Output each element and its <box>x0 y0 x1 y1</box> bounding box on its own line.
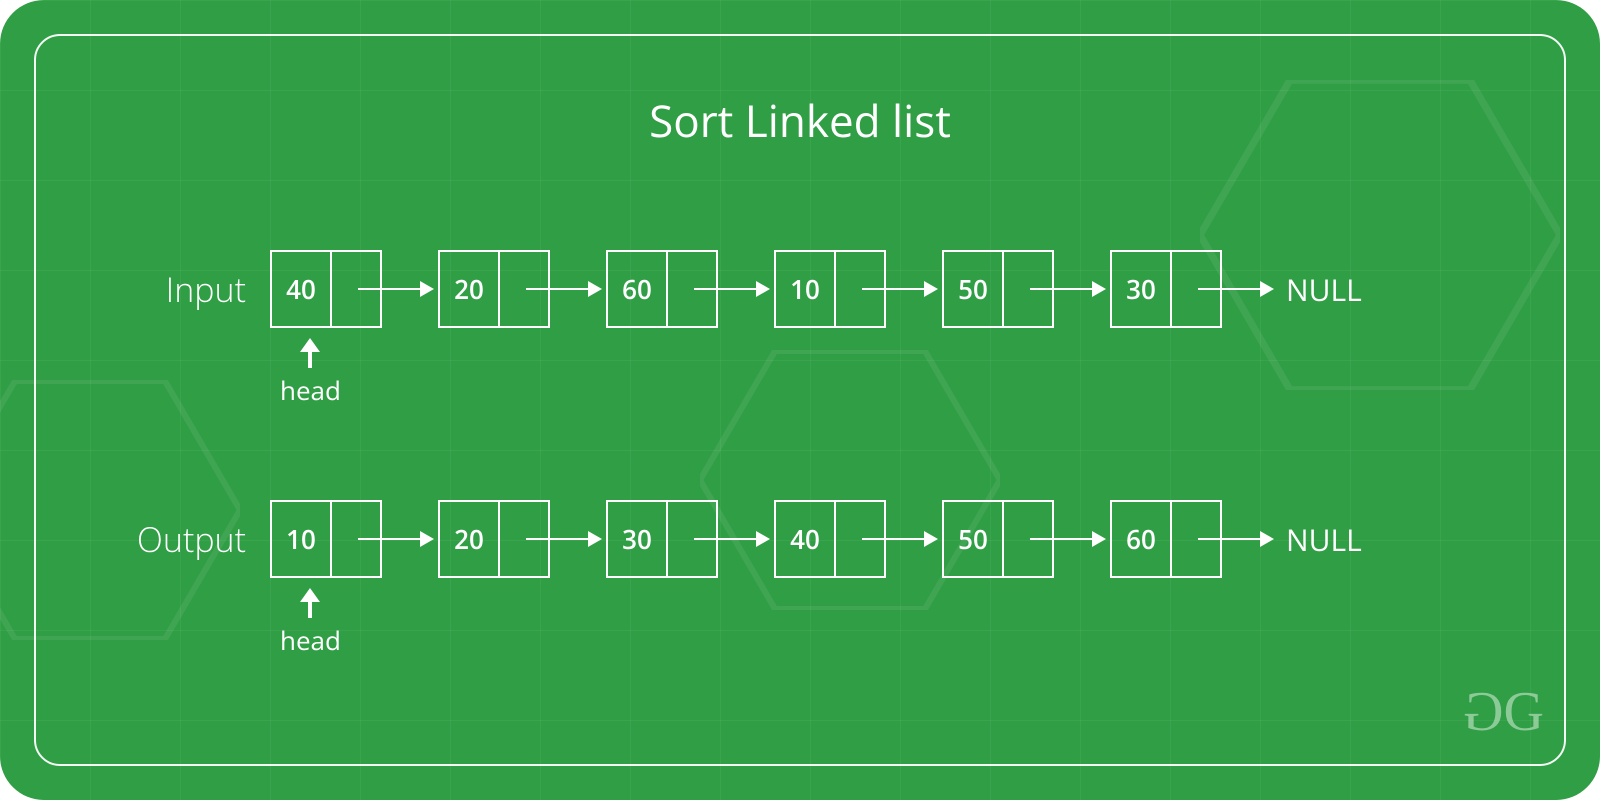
arrow-right-icon <box>358 288 432 290</box>
output-head-marker: head <box>280 590 341 658</box>
input-linked-list: 40 20 60 10 50 30 NULL <box>270 250 1362 328</box>
arrow-right-icon <box>1030 538 1104 540</box>
input-label: Input <box>0 266 270 312</box>
arrow-right-icon <box>862 288 936 290</box>
diagram-canvas: Sort Linked list Input 402060105030NULL … <box>0 0 1600 800</box>
arrow-right-icon <box>694 288 768 290</box>
site-logo: GG <box>1467 680 1540 744</box>
node-value: 20 <box>440 252 500 326</box>
head-label: head <box>280 622 341 658</box>
head-label: head <box>280 372 341 408</box>
arrow-right-icon <box>862 538 936 540</box>
null-label: NULL <box>1286 519 1362 560</box>
input-row: Input 40 20 60 10 50 30 NULL <box>0 250 1600 328</box>
arrow-right-icon <box>694 538 768 540</box>
node-value: 60 <box>1112 502 1172 576</box>
output-linked-list: 10 20 30 40 50 60 NULL <box>270 500 1362 578</box>
node-value: 10 <box>776 252 836 326</box>
node-value: 20 <box>440 502 500 576</box>
node-value: 10 <box>272 502 332 576</box>
arrow-right-icon <box>358 538 432 540</box>
arrow-right-icon <box>1198 288 1272 290</box>
node-value: 60 <box>608 252 668 326</box>
arrow-right-icon <box>526 538 600 540</box>
node-value: 50 <box>944 252 1004 326</box>
input-head-marker: head <box>280 340 341 408</box>
node-value: 50 <box>944 502 1004 576</box>
node-value: 30 <box>1112 252 1172 326</box>
node-value: 40 <box>776 502 836 576</box>
output-row: Output 10 20 30 40 50 60 NULL <box>0 500 1600 578</box>
output-label: Output <box>0 516 270 562</box>
null-label: NULL <box>1286 269 1362 310</box>
diagram-title: Sort Linked list <box>0 90 1600 150</box>
node-value: 30 <box>608 502 668 576</box>
node-value: 40 <box>272 252 332 326</box>
arrow-up-icon <box>302 340 318 368</box>
arrow-right-icon <box>526 288 600 290</box>
arrow-right-icon <box>1030 288 1104 290</box>
arrow-right-icon <box>1198 538 1272 540</box>
arrow-up-icon <box>302 590 318 618</box>
